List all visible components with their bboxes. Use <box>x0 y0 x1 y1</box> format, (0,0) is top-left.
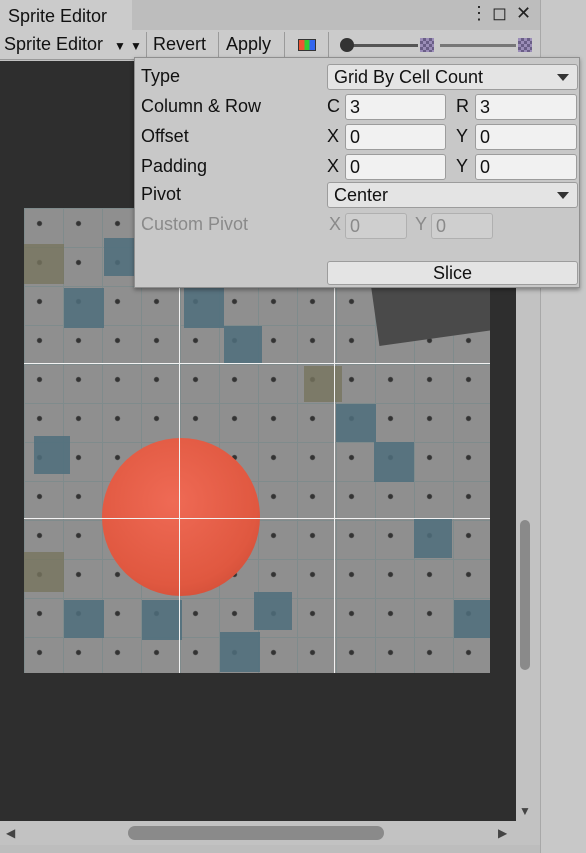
sprite-circle <box>102 438 260 596</box>
padding-x-field[interactable]: 0 <box>345 154 446 180</box>
chevron-down-icon <box>557 74 569 81</box>
separator <box>328 32 329 58</box>
slice-grid-line <box>24 518 490 519</box>
custom-pivot-y-axis-label: Y <box>415 214 428 234</box>
type-row: Type Grid By Cell Count <box>141 64 581 92</box>
chevron-down-icon[interactable]: ▼ <box>130 39 142 53</box>
mip-slider-track[interactable] <box>440 44 516 47</box>
separator <box>218 32 219 58</box>
tile <box>374 442 414 482</box>
chevron-down-icon[interactable]: ▼ <box>114 39 126 53</box>
zoom-slider-track[interactable] <box>346 44 418 47</box>
padding-label: Padding <box>141 156 208 176</box>
tile <box>24 244 64 284</box>
type-value: Grid By Cell Count <box>334 67 484 87</box>
separator <box>146 32 147 58</box>
tile <box>64 600 104 638</box>
slice-grid-line <box>24 363 490 364</box>
apply-button[interactable]: Apply <box>226 34 271 55</box>
mip-high-icon <box>518 38 532 52</box>
custom-pivot-x-axis-label: X <box>329 214 342 234</box>
vertical-scroll-thumb[interactable] <box>520 520 530 670</box>
offset-x-axis-label: X <box>327 126 340 146</box>
scroll-down-icon[interactable]: ▼ <box>519 804 531 818</box>
title-bar: Sprite Editor ⋮ ◻ ✕ <box>0 0 540 32</box>
slice-panel: Type Grid By Cell Count Column & Row C 3… <box>134 57 580 288</box>
mode-dropdown-label[interactable]: Sprite Editor <box>4 34 103 55</box>
tile <box>34 436 70 474</box>
offset-y-axis-label: Y <box>456 126 469 146</box>
tile <box>224 326 262 364</box>
tile <box>184 288 224 328</box>
type-label: Type <box>141 66 181 86</box>
column-count-field[interactable]: 3 <box>345 94 446 120</box>
offset-label: Offset <box>141 126 189 146</box>
revert-button[interactable]: Revert <box>153 34 206 55</box>
scroll-right-icon[interactable]: ▶ <box>498 826 507 840</box>
custom-pivot-x-field: 0 <box>345 213 407 239</box>
custom-pivot-y-field: 0 <box>431 213 493 239</box>
tile <box>254 592 292 630</box>
mip-low-icon <box>420 38 434 52</box>
offset-y-field[interactable]: 0 <box>475 124 577 150</box>
column-row-row: Column & Row C 3 R 3 <box>141 94 581 122</box>
row-axis-label: R <box>456 96 469 116</box>
chevron-down-icon <box>557 192 569 199</box>
tile <box>142 600 182 640</box>
padding-y-axis-label: Y <box>456 156 469 176</box>
type-dropdown[interactable]: Grid By Cell Count <box>327 64 578 90</box>
pivot-row: Pivot Center <box>141 182 581 212</box>
tile <box>220 632 260 672</box>
offset-x-field[interactable]: 0 <box>345 124 446 150</box>
column-row-label: Column & Row <box>141 96 262 116</box>
color-channel-icon[interactable] <box>298 39 316 51</box>
tile <box>24 552 64 592</box>
maximize-icon[interactable]: ◻ <box>492 3 507 24</box>
column-axis-label: C <box>327 96 340 116</box>
offset-row: Offset X 0 Y 0 <box>141 124 581 152</box>
window-tab[interactable]: Sprite Editor <box>0 0 132 32</box>
bottom-edge <box>0 845 540 853</box>
zoom-slider-thumb[interactable] <box>340 38 354 52</box>
padding-row: Padding X 0 Y 0 <box>141 154 581 182</box>
tile <box>64 288 104 328</box>
tile <box>414 518 452 558</box>
scroll-left-icon[interactable]: ◀ <box>6 826 15 840</box>
separator <box>284 32 285 58</box>
slice-button[interactable]: Slice <box>327 261 578 285</box>
close-icon[interactable]: ✕ <box>516 3 531 24</box>
tile <box>304 366 342 402</box>
more-options-icon[interactable]: ⋮ <box>470 3 488 24</box>
pivot-label: Pivot <box>141 184 182 204</box>
pivot-dropdown[interactable]: Center <box>327 182 578 208</box>
padding-x-axis-label: X <box>327 156 340 176</box>
tile <box>336 404 376 442</box>
toolbar: Sprite Editor ▼ ▼ Revert Apply <box>0 30 540 60</box>
horizontal-scroll-thumb[interactable] <box>128 826 384 840</box>
padding-y-field[interactable]: 0 <box>475 154 577 180</box>
row-count-field[interactable]: 3 <box>475 94 577 120</box>
custom-pivot-row: Custom Pivot X 0 Y 0 <box>141 213 581 241</box>
pivot-value: Center <box>334 185 389 205</box>
custom-pivot-label: Custom Pivot <box>141 214 249 234</box>
tile <box>454 600 490 638</box>
